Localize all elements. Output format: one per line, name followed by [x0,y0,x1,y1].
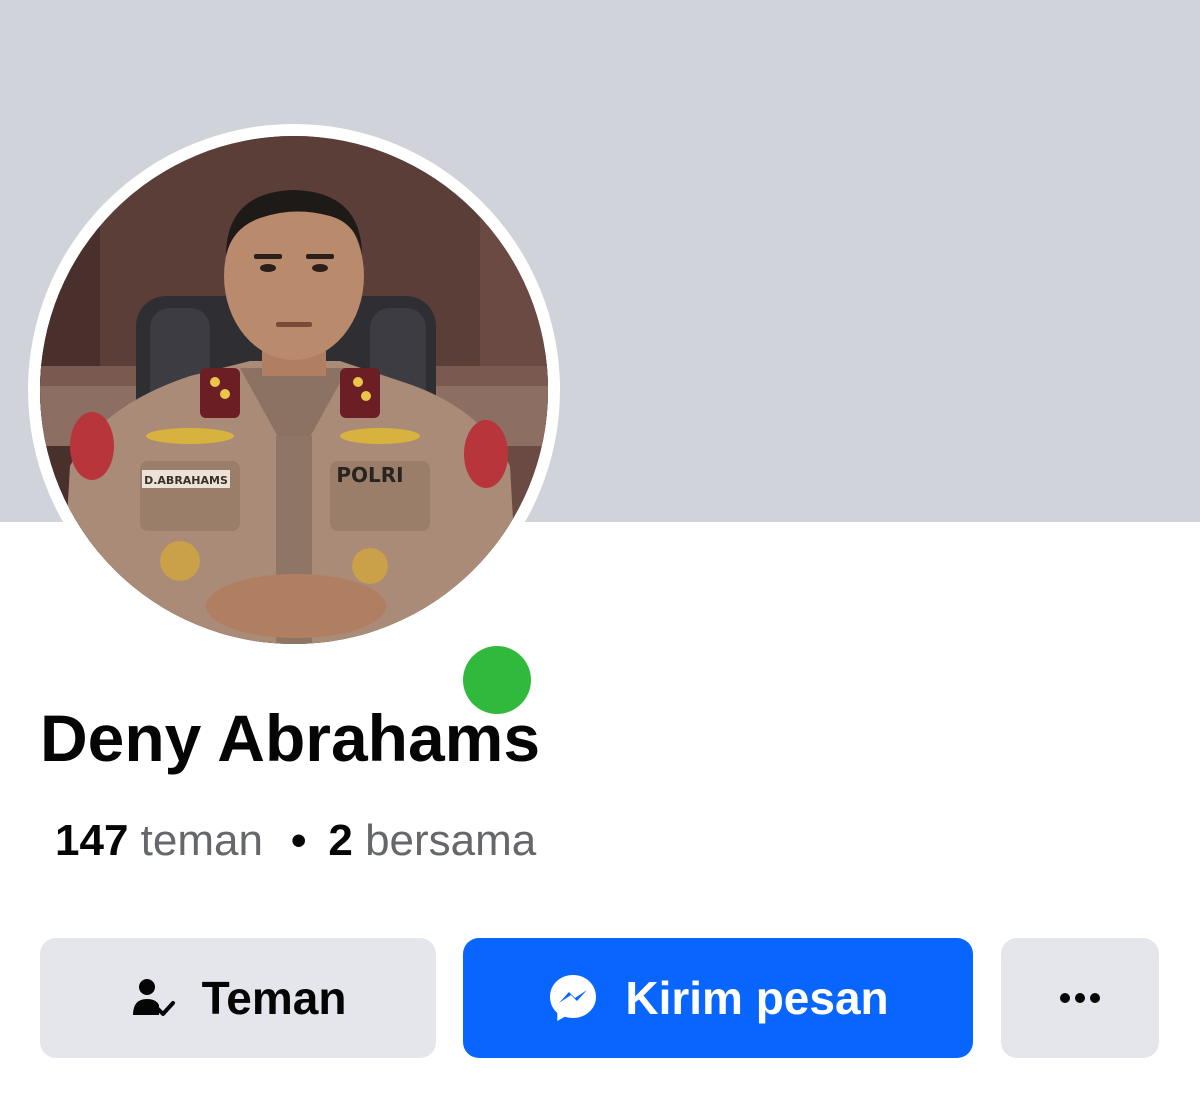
send-message-button[interactable]: Kirim pesan [463,938,973,1058]
friends-button[interactable]: Teman [40,938,436,1058]
stats-separator: • [290,816,307,865]
profile-name: Deny Abrahams [40,701,541,775]
uniform-nametag: D.ABRAHAMS [144,474,228,487]
mutual-friends-link[interactable]: 2 bersama [328,816,536,865]
friends-label: teman [140,816,263,865]
friends-count: 147 [55,816,129,865]
send-message-label: Kirim pesan [625,972,889,1024]
messenger-icon [547,972,599,1024]
profile-page: D.ABRAHAMS POLRI Deny Abrahams 147 teman… [0,0,1200,1108]
profile-stats: 147 teman • 2 bersama [55,816,536,866]
uniform-badge-text: POLRI [336,463,403,487]
profile-photo-image: D.ABRAHAMS POLRI [40,136,548,644]
mutual-label: bersama [365,816,537,865]
profile-picture-frame[interactable]: D.ABRAHAMS POLRI [28,124,560,727]
more-options-button[interactable] [1001,938,1159,1058]
friends-button-label: Teman [201,972,347,1024]
person-check-icon [130,975,176,1021]
mutual-count: 2 [328,816,353,865]
more-dots-icon [1057,992,1103,1004]
friends-count-link[interactable]: 147 teman [55,816,263,865]
profile-picture[interactable]: D.ABRAHAMS POLRI [40,136,548,644]
